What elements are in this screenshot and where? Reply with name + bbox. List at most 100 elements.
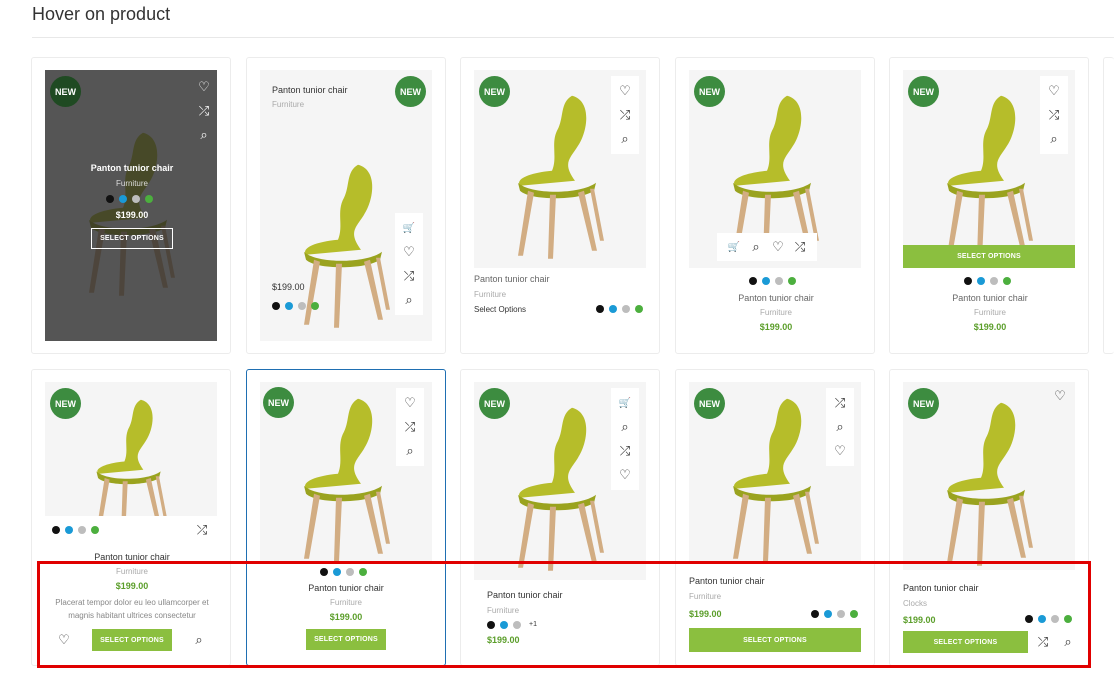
quickview-icon[interactable]: ⌕ bbox=[1043, 127, 1065, 151]
action-icons: ♡ ⤮ ⌕ bbox=[611, 76, 639, 154]
product-price: $199.00 bbox=[759, 322, 793, 332]
wishlist-icon[interactable]: ♡ bbox=[193, 75, 215, 99]
product-name[interactable]: Panton tunior chair bbox=[272, 85, 348, 95]
quickview-icon[interactable]: ⌕ bbox=[614, 415, 636, 439]
product-name[interactable]: Panton tunior chair bbox=[474, 274, 550, 284]
select-options-button[interactable]: SELECT OPTIONS bbox=[903, 245, 1075, 268]
action-icons: ♡ ⤮ ⌕ bbox=[1040, 76, 1068, 154]
product-card-partial[interactable] bbox=[1103, 57, 1114, 354]
product-category[interactable]: Furniture bbox=[890, 308, 1090, 317]
color-swatches bbox=[749, 277, 796, 285]
chair-image bbox=[518, 95, 604, 259]
new-badge: NEW bbox=[908, 388, 939, 419]
swatch-grey[interactable] bbox=[622, 305, 630, 313]
product-category[interactable]: Furniture bbox=[676, 308, 876, 317]
wishlist-icon[interactable]: ♡ bbox=[614, 463, 636, 487]
quickview-icon[interactable]: ⌕ bbox=[614, 127, 636, 151]
action-icons: ⤮ ⌕ ♡ bbox=[826, 388, 854, 466]
swatch-blue[interactable] bbox=[285, 302, 293, 310]
product-category[interactable]: Furniture bbox=[32, 179, 232, 188]
new-badge: NEW bbox=[50, 76, 81, 107]
color-swatches bbox=[964, 277, 1011, 285]
compare-icon[interactable]: ⤮ bbox=[614, 103, 636, 127]
product-card-1[interactable]: NEW ♡ ⤮ ⌕ Panton tunior chair Furniture … bbox=[31, 57, 231, 354]
chair-image bbox=[518, 407, 604, 571]
swatch-grey[interactable] bbox=[775, 277, 783, 285]
action-icons: ♡ ⤮ ⌕ bbox=[190, 72, 218, 150]
wishlist-icon[interactable]: ♡ bbox=[767, 235, 789, 259]
swatch-grey[interactable] bbox=[990, 277, 998, 285]
select-options-button[interactable]: SELECT OPTIONS bbox=[91, 228, 173, 249]
quickview-icon[interactable]: ⌕ bbox=[193, 123, 215, 147]
product-category[interactable]: Furniture bbox=[272, 100, 304, 109]
product-card-4[interactable]: NEW 🛒 ⌕ ♡ ⤮ Panton tunior chair Furnitur… bbox=[675, 57, 875, 354]
wishlist-icon[interactable]: ♡ bbox=[614, 79, 636, 103]
compare-icon[interactable]: ⤮ bbox=[193, 99, 215, 123]
wishlist-icon[interactable]: ♡ bbox=[1043, 79, 1065, 103]
action-icons: 🛒 ♡ ⤮ ⌕ bbox=[395, 213, 423, 315]
new-badge: NEW bbox=[50, 388, 81, 419]
wishlist-icon[interactable]: ♡ bbox=[399, 391, 421, 415]
quickview-icon[interactable]: ⌕ bbox=[399, 439, 421, 463]
chair-image bbox=[947, 402, 1033, 566]
swatch-black[interactable] bbox=[52, 526, 60, 534]
compare-icon[interactable]: ⤮ bbox=[829, 391, 851, 415]
color-swatches bbox=[106, 195, 153, 203]
swatch-blue[interactable] bbox=[977, 277, 985, 285]
product-name[interactable]: Panton tunior chair bbox=[676, 293, 876, 303]
cart-icon[interactable]: 🛒 bbox=[398, 216, 420, 240]
swatch-green[interactable] bbox=[635, 305, 643, 313]
swatch-blue[interactable] bbox=[762, 277, 770, 285]
swatch-green[interactable] bbox=[91, 526, 99, 534]
new-badge: NEW bbox=[395, 76, 426, 107]
swatch-blue[interactable] bbox=[119, 195, 127, 203]
new-badge: NEW bbox=[263, 387, 294, 418]
product-name[interactable]: Panton tunior chair bbox=[32, 163, 232, 173]
product-card-3[interactable]: NEW ♡ ⤮ ⌕ Panton tunior chair Furniture … bbox=[460, 57, 660, 354]
wishlist-icon[interactable]: ♡ bbox=[829, 439, 851, 463]
color-swatches bbox=[596, 305, 643, 313]
cart-icon[interactable]: 🛒 bbox=[723, 235, 745, 259]
compare-icon[interactable]: ⤮ bbox=[1043, 103, 1065, 127]
compare-icon[interactable]: ⤮ bbox=[614, 439, 636, 463]
select-options-link[interactable]: Select Options bbox=[474, 305, 526, 314]
highlight-box bbox=[37, 561, 1091, 668]
swatch-grey[interactable] bbox=[78, 526, 86, 534]
product-name[interactable]: Panton tunior chair bbox=[890, 293, 1090, 303]
product-category[interactable]: Furniture bbox=[474, 290, 506, 299]
swatch-blue[interactable] bbox=[609, 305, 617, 313]
quickview-icon[interactable]: ⌕ bbox=[829, 415, 851, 439]
wishlist-icon[interactable]: ♡ bbox=[398, 240, 420, 264]
swatch-blue[interactable] bbox=[65, 526, 73, 534]
color-swatches bbox=[272, 302, 319, 310]
swatch-green[interactable] bbox=[1003, 277, 1011, 285]
new-badge: NEW bbox=[479, 388, 510, 419]
product-card-5[interactable]: NEW ♡ ⤮ ⌕ SELECT OPTIONS Panton tunior c… bbox=[889, 57, 1089, 354]
action-icons: 🛒 ⌕ ⤮ ♡ bbox=[611, 388, 639, 490]
new-badge: NEW bbox=[694, 76, 725, 107]
quickview-icon[interactable]: ⌕ bbox=[745, 235, 767, 259]
swatch-green[interactable] bbox=[788, 277, 796, 285]
product-price: $199.00 bbox=[115, 210, 149, 220]
swatch-black[interactable] bbox=[106, 195, 114, 203]
compare-icon[interactable]: ⤮ bbox=[789, 235, 811, 259]
swatch-green[interactable] bbox=[145, 195, 153, 203]
swatch-black[interactable] bbox=[596, 305, 604, 313]
chair-image bbox=[733, 398, 819, 562]
compare-icon[interactable]: ⤮ bbox=[399, 415, 421, 439]
swatch-green[interactable] bbox=[311, 302, 319, 310]
action-icons: 🛒 ⌕ ♡ ⤮ bbox=[717, 233, 817, 261]
divider bbox=[32, 37, 1114, 38]
compare-icon[interactable]: ⤮ bbox=[194, 522, 210, 538]
swatch-black[interactable] bbox=[964, 277, 972, 285]
quickview-icon[interactable]: ⌕ bbox=[398, 288, 420, 312]
compare-icon[interactable]: ⤮ bbox=[398, 264, 420, 288]
swatch-grey[interactable] bbox=[132, 195, 140, 203]
swatch-grey[interactable] bbox=[298, 302, 306, 310]
cart-icon[interactable]: 🛒 bbox=[614, 391, 636, 415]
swatch-black[interactable] bbox=[272, 302, 280, 310]
wishlist-icon[interactable]: ♡ bbox=[1052, 388, 1068, 404]
product-card-2[interactable]: Panton tunior chair Furniture NEW 🛒 ♡ ⤮ … bbox=[246, 57, 446, 354]
swatch-black[interactable] bbox=[749, 277, 757, 285]
section-title: Hover on product bbox=[32, 4, 171, 24]
